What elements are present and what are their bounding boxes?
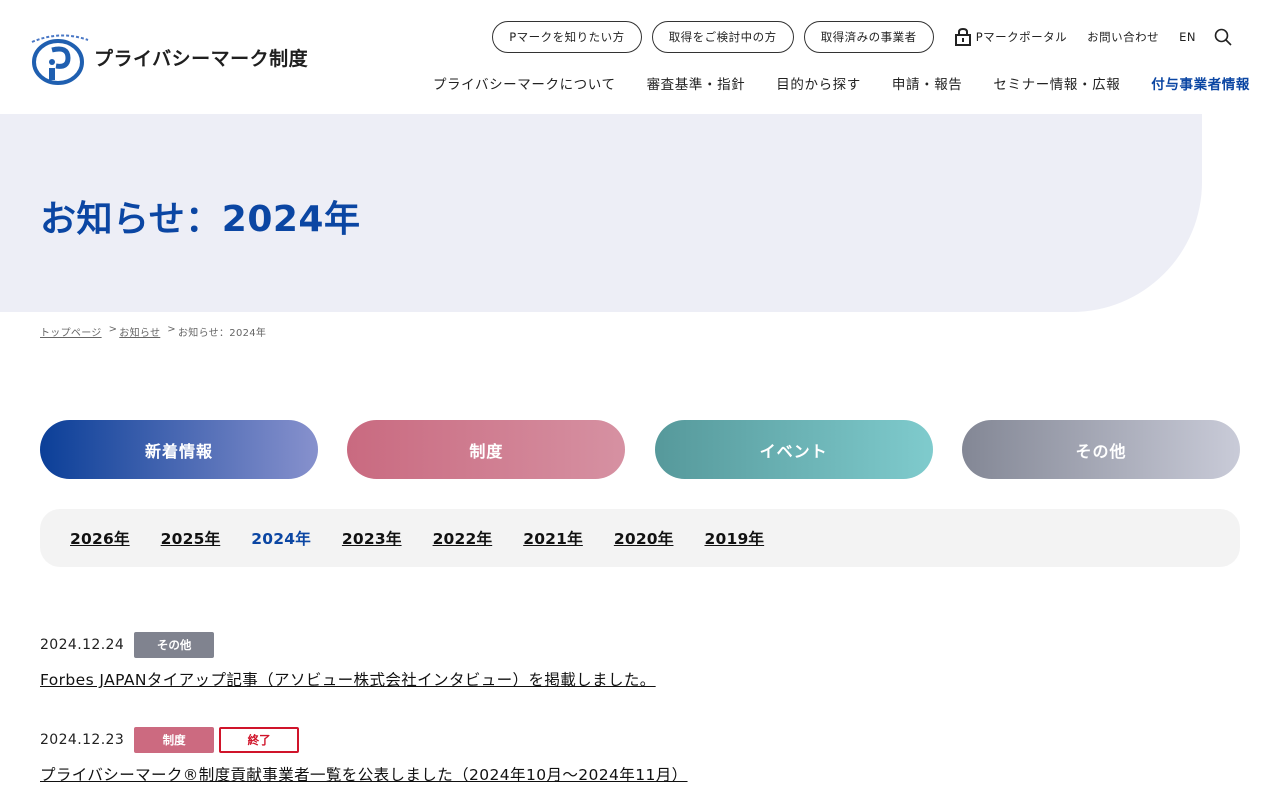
nav-by-purpose[interactable]: 目的から探す [776,73,861,93]
news-item: 2024.12.23 制度 終了 プライバシーマーク®制度貢献事業者一覧を公表し… [40,727,1240,785]
site-header: プライバシーマーク制度 Pマークを知りたい方 取得をご検討中の方 取得済みの事業… [0,0,1280,114]
link-considering-pmark[interactable]: 取得をご検討中の方 [651,21,794,53]
news-date: 2024.12.23 [40,732,125,748]
page-hero: お知らせ：2024年 [0,114,1202,312]
logo-text: プライバシーマーク制度 [94,47,309,70]
nav-certified-info[interactable]: 付与事業者情報 [1151,73,1250,93]
category-buttons: 新着情報 制度 イベント その他 [40,420,1240,479]
year-tab-2026[interactable]: 2026年 [70,527,130,549]
nav-about[interactable]: プライバシーマークについて [433,73,616,93]
contact-link[interactable]: お問い合わせ [1087,29,1159,45]
breadcrumb-separator: > [108,324,118,335]
link-certified-business[interactable]: 取得済みの事業者 [803,21,934,53]
year-tab-2023[interactable]: 2023年 [342,527,402,549]
page-title: お知らせ：2024年 [40,199,361,240]
year-tab-2019[interactable]: 2019年 [704,527,764,549]
search-icon [1214,28,1232,46]
year-tab-2020[interactable]: 2020年 [614,527,674,549]
news-title-link[interactable]: プライバシーマーク®制度貢献事業者一覧を公表しました（2024年10月～2024… [40,763,688,785]
year-tab-2025[interactable]: 2025年 [161,527,221,549]
tag-system: 制度 [134,727,215,753]
year-tab-2022[interactable]: 2022年 [433,527,493,549]
category-system-button[interactable]: 制度 [347,420,626,479]
portal-link[interactable]: Pマークポータル [954,28,1067,46]
category-news-button[interactable]: 新着情報 [40,420,318,479]
tag-other: その他 [134,632,215,658]
year-tab-2024[interactable]: 2024年 [251,527,311,549]
portal-link-label: Pマークポータル [975,30,1068,44]
year-filter: 2026年 2025年 2024年 2023年 2022年 2021年 2020… [40,509,1240,567]
breadcrumb-separator: > [167,324,176,335]
top-utility-links: Pマークを知りたい方 取得をご検討中の方 取得済みの事業者 Pマークポータル お… [482,21,1232,53]
search-button[interactable] [1214,28,1232,46]
nav-application[interactable]: 申請・報告 [892,73,963,93]
lock-icon [954,28,971,46]
year-tab-2021[interactable]: 2021年 [523,527,583,549]
category-other-button[interactable]: その他 [961,420,1240,479]
tag-ended: 終了 [219,727,300,753]
news-meta: 2024.12.23 制度 終了 [40,727,1240,753]
privacy-mark-logo-icon [30,28,90,86]
news-date: 2024.12.24 [40,637,125,653]
news-meta: 2024.12.24 その他 [40,632,1240,658]
nav-standards[interactable]: 審査基準・指針 [647,73,746,93]
site-logo[interactable]: プライバシーマーク制度 [30,28,308,86]
breadcrumb-news[interactable]: お知らせ [119,324,160,339]
news-title-link[interactable]: Forbes JAPANタイアップ記事（アソビュー株式会社インタビュー）を掲載し… [40,668,656,690]
breadcrumb: トップページ > お知らせ > お知らせ：2024年 [40,324,266,339]
nav-seminars[interactable]: セミナー情報・広報 [993,73,1120,93]
news-item: 2024.12.24 その他 Forbes JAPANタイアップ記事（アソビュー… [40,632,1240,690]
breadcrumb-current: お知らせ：2024年 [177,328,267,339]
main-navigation: プライバシーマークについて 審査基準・指針 目的から探す 申請・報告 セミナー情… [402,73,1250,93]
link-learn-pmark[interactable]: Pマークを知りたい方 [492,21,642,53]
category-event-button[interactable]: イベント [654,420,933,479]
breadcrumb-home[interactable]: トップページ [40,324,102,339]
language-switch-en[interactable]: EN [1179,30,1196,44]
